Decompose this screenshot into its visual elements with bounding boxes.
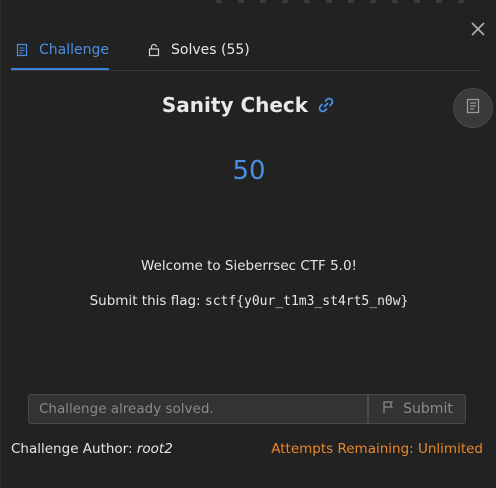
challenge-title: Sanity Check	[161, 93, 309, 117]
flag-text: sctf{y0ur_t1m3_st4rt5_n0w}	[204, 294, 409, 309]
tab-challenge[interactable]: Challenge	[11, 32, 113, 70]
challenge-points: 50	[232, 156, 266, 186]
author-label: Challenge Author:	[11, 441, 137, 457]
answer-input[interactable]	[28, 394, 368, 424]
tab-label: Solves (55)	[171, 42, 250, 58]
tab-bar: Challenge Solves (55)	[11, 32, 481, 71]
flag-prefix: Submit this flag:	[89, 293, 205, 309]
challenge-title-row: Sanity Check	[1, 88, 496, 122]
tab-label: Challenge	[39, 42, 109, 58]
author-name: root2	[136, 441, 173, 457]
description-line: Welcome to Sieberrsec CTF 5.0!	[141, 258, 357, 274]
tab-solves[interactable]: Solves (55)	[143, 32, 254, 68]
description-line: Submit this flag: sctf{y0ur_t1m3_st4rt5_…	[1, 293, 496, 309]
document-icon	[15, 43, 29, 57]
submit-button[interactable]: Submit	[368, 394, 466, 424]
challenge-modal: Challenge Solves (55) Sanity Check 50 We…	[0, 0, 496, 488]
challenge-author: Challenge Author: root2	[11, 441, 173, 457]
top-decoration	[216, 0, 476, 3]
lock-icon	[147, 43, 161, 57]
attempts-remaining: Attempts Remaining: Unlimited	[271, 441, 483, 457]
submit-label: Submit	[403, 401, 453, 417]
flag-icon	[381, 400, 395, 418]
link-icon[interactable]	[316, 95, 336, 115]
